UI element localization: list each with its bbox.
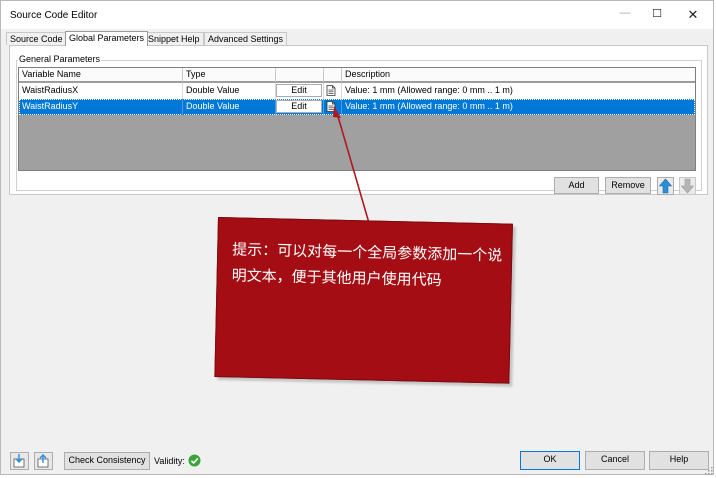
ok-button[interactable]: OK (520, 451, 580, 470)
resize-grip-icon[interactable] (704, 466, 713, 475)
window-title: Source Code Editor (10, 10, 98, 21)
cell-description[interactable]: Value: 1 mm (Allowed range: 0 mm .. 1 m) (342, 99, 695, 115)
edit-button[interactable]: Edit (276, 100, 322, 113)
description-doc-icon[interactable] (326, 85, 336, 96)
title-bar: Source Code Editor — ☐ ✕ (1, 1, 713, 29)
table-row-selected[interactable]: WaistRadiusY Double Value Edit Value: 1 … (19, 99, 695, 115)
validity-label: Validity: (154, 456, 185, 466)
table-row[interactable]: WaistRadiusX Double Value Edit Value: 1 … (19, 83, 695, 99)
cell-type[interactable]: Double Value (183, 83, 276, 99)
import-button[interactable] (10, 452, 29, 470)
tab-strip: Source Code Global Parameters Snippet He… (6, 31, 706, 46)
help-button[interactable]: Help (649, 451, 709, 470)
minimize-button[interactable]: — (611, 7, 639, 23)
tab-source-code[interactable]: Source Code (6, 32, 67, 45)
cell-type[interactable]: Double Value (183, 99, 276, 115)
tip-callout: 提示：可以对每一个全局参数添加一个说明文本，便于其他用户使用代码 (214, 217, 513, 384)
add-button[interactable]: Add (554, 177, 599, 194)
group-label: General Parameters (18, 54, 102, 64)
source-code-editor-window: Source Code Editor — ☐ ✕ Source Code Glo… (0, 0, 714, 475)
edit-button[interactable]: Edit (276, 84, 322, 97)
tip-callout-text: 提示：可以对每一个全局参数添加一个说明文本，便于其他用户使用代码 (231, 240, 503, 290)
move-down-button[interactable] (679, 177, 696, 195)
tab-global-parameters[interactable]: Global Parameters (65, 31, 149, 46)
move-up-button[interactable] (657, 177, 674, 195)
check-circle-icon (188, 454, 201, 467)
cell-description[interactable]: Value: 1 mm (Allowed range: 0 mm .. 1 m) (342, 83, 695, 99)
column-description[interactable]: Description (342, 68, 695, 82)
close-button[interactable]: ✕ (679, 7, 707, 23)
cell-variable-name[interactable]: WaistRadiusX (19, 83, 183, 99)
tab-snippet-help[interactable]: Snippet Help (144, 32, 204, 45)
cancel-button[interactable]: Cancel (585, 451, 645, 470)
column-doc (324, 68, 342, 82)
table-header: Variable Name Type Description (19, 68, 695, 82)
cell-variable-name[interactable]: WaistRadiusY (19, 99, 183, 115)
export-button[interactable] (34, 452, 53, 470)
remove-button[interactable]: Remove (605, 177, 651, 194)
maximize-button[interactable]: ☐ (643, 7, 671, 23)
tab-advanced-settings[interactable]: Advanced Settings (204, 32, 288, 45)
parameters-table: Variable Name Type Description WaistRadi… (18, 67, 696, 171)
column-type[interactable]: Type (183, 68, 276, 82)
check-consistency-button[interactable]: Check Consistency (64, 452, 150, 470)
column-edit (276, 68, 324, 82)
column-variable-name[interactable]: Variable Name (19, 68, 183, 82)
description-doc-icon[interactable] (326, 101, 336, 112)
